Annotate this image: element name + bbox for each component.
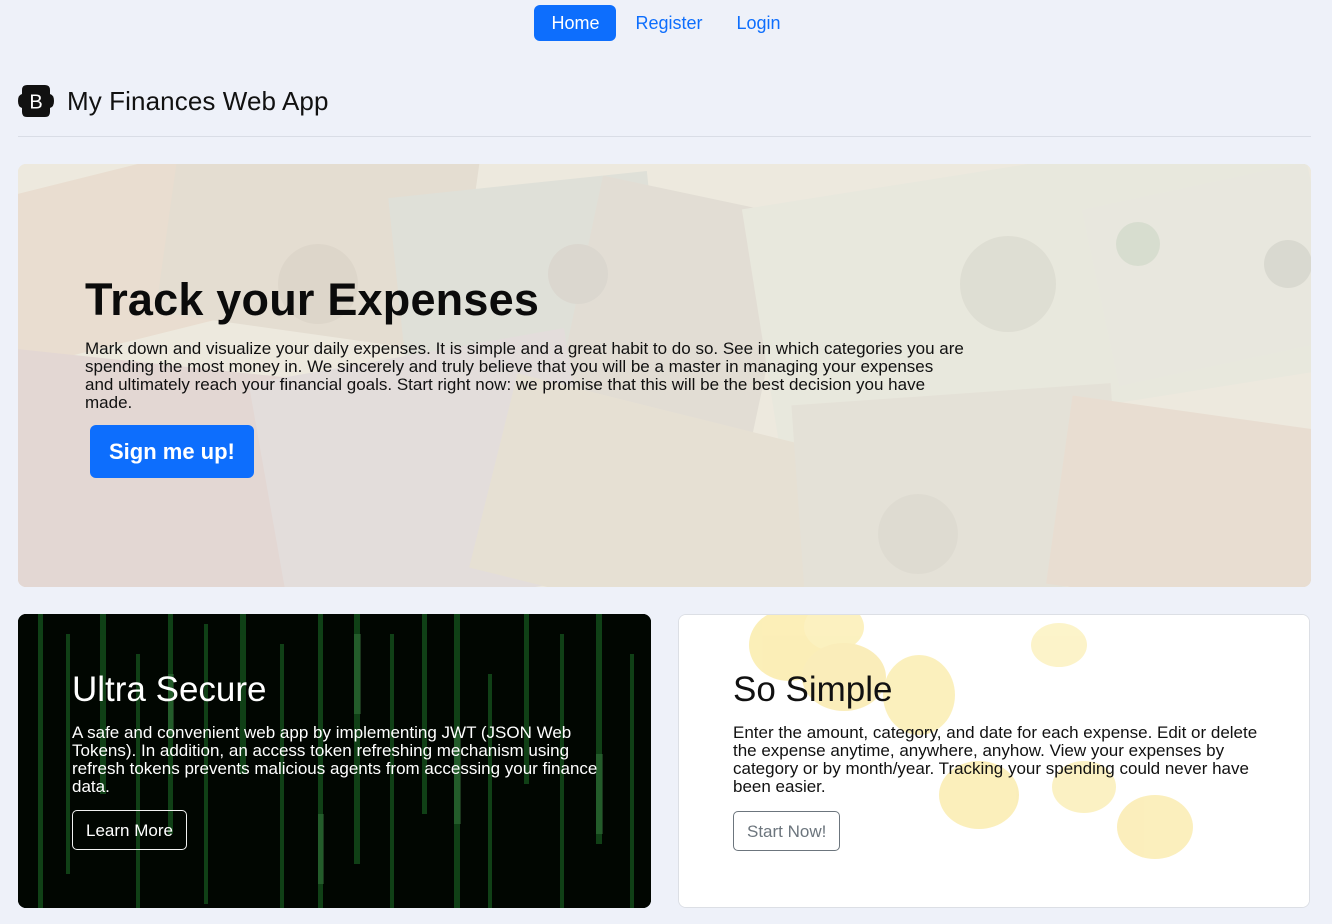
nav-home-link[interactable]: Home bbox=[534, 5, 617, 41]
header-divider bbox=[18, 136, 1311, 137]
top-nav: Home Register Login bbox=[0, 5, 1332, 41]
brand-logo-letter: B bbox=[29, 92, 42, 114]
hero-banner: Track your Expenses Mark down and visual… bbox=[18, 164, 1311, 587]
start-now-button[interactable]: Start Now! bbox=[733, 811, 841, 851]
so-simple-title: So Simple bbox=[733, 670, 893, 709]
ultra-secure-content: Ultra Secure A safe and convenient web a… bbox=[72, 669, 602, 796]
nav-register-link[interactable]: Register bbox=[618, 5, 719, 41]
so-simple-description: Enter the amount, category, and date for… bbox=[733, 723, 1258, 796]
bootstrap-logo-icon: B bbox=[18, 84, 54, 118]
ultra-secure-title: Ultra Secure bbox=[72, 670, 267, 709]
sign-up-button[interactable]: Sign me up! bbox=[90, 425, 254, 478]
nav-login-link[interactable]: Login bbox=[720, 5, 798, 41]
so-simple-content: So Simple Enter the amount, category, an… bbox=[733, 669, 1263, 796]
brand[interactable]: B My Finances Web App bbox=[18, 84, 329, 118]
brand-title: My Finances Web App bbox=[67, 85, 329, 116]
ultra-secure-description: A safe and convenient web app by impleme… bbox=[72, 723, 598, 796]
hero-description: Mark down and visualize your daily expen… bbox=[85, 339, 964, 412]
hero-title: Track your Expenses bbox=[85, 274, 540, 325]
so-simple-card: So Simple Enter the amount, category, an… bbox=[678, 614, 1310, 908]
ultra-secure-card: Ultra Secure A safe and convenient web a… bbox=[18, 614, 651, 908]
learn-more-button[interactable]: Learn More bbox=[72, 810, 187, 850]
hero-content: Track your Expenses Mark down and visual… bbox=[85, 272, 965, 478]
